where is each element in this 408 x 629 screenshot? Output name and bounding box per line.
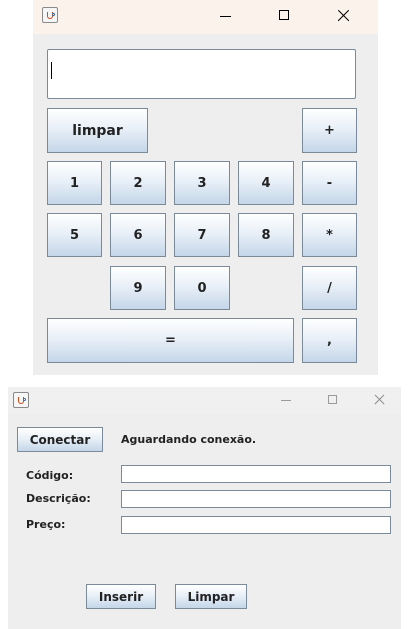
calculator-titlebar: [33, 0, 378, 34]
product-form-window: Conectar Aguardando conexão. Código: Des…: [8, 387, 401, 629]
digit-0-button[interactable]: 0: [174, 266, 230, 310]
description-label: Descrição:: [26, 492, 91, 505]
connection-status: Aguardando conexão.: [121, 433, 257, 446]
calculator-window: limpar + 1 2 3 4 - 5 6 7 8 * 9 0 / = ,: [33, 0, 378, 375]
digit-1-button[interactable]: 1: [47, 161, 102, 205]
minimize-icon[interactable]: [281, 400, 291, 401]
form-titlebar: [8, 387, 401, 414]
comma-button[interactable]: ,: [302, 318, 357, 363]
close-icon[interactable]: [337, 10, 349, 22]
divide-button[interactable]: /: [302, 266, 357, 310]
java-app-icon: [13, 392, 29, 408]
calculator-display[interactable]: [47, 49, 356, 99]
equals-button[interactable]: =: [47, 318, 294, 363]
price-field[interactable]: [121, 516, 391, 534]
digit-7-button[interactable]: 7: [174, 213, 230, 257]
clear-button[interactable]: limpar: [47, 108, 148, 153]
plus-button[interactable]: +: [302, 108, 357, 153]
maximize-icon[interactable]: [328, 395, 337, 404]
minus-button[interactable]: -: [302, 161, 357, 205]
price-label: Preço:: [26, 518, 66, 531]
maximize-icon[interactable]: [279, 10, 289, 20]
close-icon[interactable]: [374, 394, 385, 405]
digit-6-button[interactable]: 6: [110, 213, 166, 257]
java-app-icon: [42, 7, 58, 23]
digit-8-button[interactable]: 8: [238, 213, 294, 257]
digit-5-button[interactable]: 5: [47, 213, 102, 257]
code-field[interactable]: [121, 465, 391, 483]
multiply-button[interactable]: *: [302, 213, 357, 257]
clear-form-button[interactable]: Limpar: [175, 584, 247, 609]
insert-button[interactable]: Inserir: [86, 584, 156, 609]
text-caret: [51, 62, 52, 79]
digit-2-button[interactable]: 2: [110, 161, 166, 205]
description-field[interactable]: [121, 490, 391, 508]
minimize-icon[interactable]: [220, 16, 231, 17]
digit-3-button[interactable]: 3: [174, 161, 230, 205]
digit-4-button[interactable]: 4: [238, 161, 294, 205]
connect-button[interactable]: Conectar: [17, 427, 103, 452]
code-label: Código:: [26, 469, 74, 482]
digit-9-button[interactable]: 9: [110, 266, 166, 310]
